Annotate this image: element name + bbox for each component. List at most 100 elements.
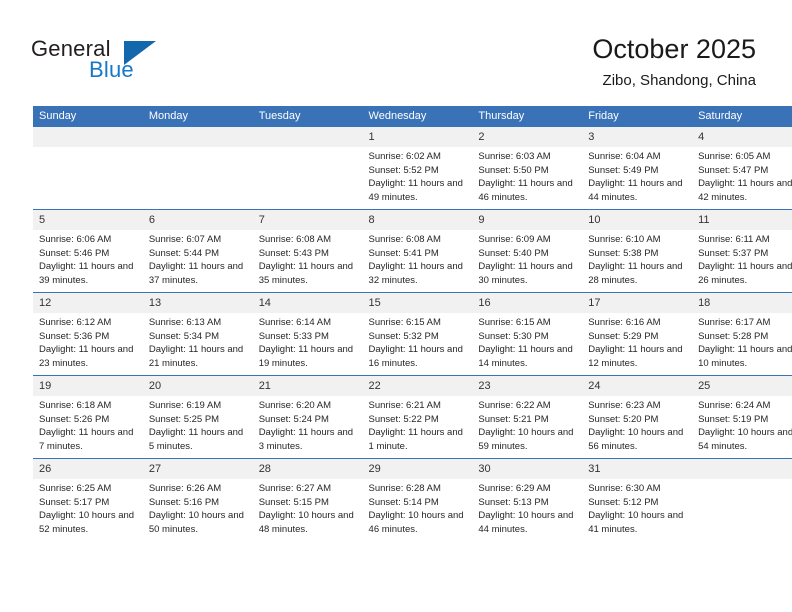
calendar-day-cell[interactable]: 11 Sunrise: 6:11 AM Sunset: 5:37 PM Dayligh… (692, 209, 792, 293)
day-details: Sunrise: 6:18 AM Sunset: 5:26 PM Daylight:… (33, 396, 143, 453)
day-number: 18 (692, 293, 792, 313)
sunrise-text: Sunrise: 6:25 AM (39, 483, 112, 494)
page-title: October 2025 (592, 34, 756, 64)
day-details: Sunrise: 6:29 AM Sunset: 5:13 PM Daylight:… (472, 479, 582, 536)
daylight-text: Daylight: 11 hours and 10 minutes. (698, 344, 792, 369)
daylight-text: Daylight: 11 hours and 1 minute. (368, 427, 463, 452)
daylight-text: Daylight: 11 hours and 26 minutes. (698, 261, 792, 286)
calendar-day-cell[interactable]: 23 Sunrise: 6:22 AM Sunset: 5:21 PM Dayligh… (472, 375, 583, 459)
calendar-day-cell[interactable]: 28 Sunrise: 6:27 AM Sunset: 5:15 PM Dayligh… (252, 458, 363, 541)
calendar-day-cell[interactable]: 30 Sunrise: 6:29 AM Sunset: 5:13 PM Dayligh… (472, 458, 583, 541)
daylight-text: Daylight: 11 hours and 35 minutes. (258, 261, 354, 286)
calendar-day-cell[interactable]: 14 Sunrise: 6:14 AM Sunset: 5:33 PM Dayligh… (252, 292, 363, 376)
calendar-day-cell[interactable]: 24 Sunrise: 6:23 AM Sunset: 5:20 PM Dayligh… (582, 375, 693, 459)
calendar-day-cell[interactable]: 26 Sunrise: 6:25 AM Sunset: 5:17 PM Dayligh… (33, 458, 143, 541)
daylight-text: Daylight: 11 hours and 49 minutes. (368, 178, 463, 203)
sunset-text: Sunset: 5:12 PM (588, 496, 659, 508)
sunset-text: Sunset: 5:41 PM (368, 247, 439, 259)
calendar-day-cell[interactable]: 18 Sunrise: 6:17 AM Sunset: 5:28 PM Dayligh… (692, 292, 792, 376)
day-details: Sunrise: 6:16 AM Sunset: 5:29 PM Daylight:… (582, 313, 692, 370)
calendar-day-cell[interactable]: 3 Sunrise: 6:04 AM Sunset: 5:49 PM Daylight… (582, 127, 693, 210)
calendar-day-cell[interactable]: 15 Sunrise: 6:15 AM Sunset: 5:32 PM Dayligh… (362, 292, 473, 376)
daylight-text: Daylight: 10 hours and 59 minutes. (478, 427, 574, 452)
sunrise-text: Sunrise: 6:30 AM (588, 483, 661, 494)
sunrise-text: Sunrise: 6:11 AM (698, 234, 770, 245)
day-number: 3 (582, 127, 693, 147)
day-details: Sunrise: 6:30 AM Sunset: 5:12 PM Daylight:… (582, 479, 692, 536)
daylight-text: Daylight: 11 hours and 37 minutes. (148, 261, 244, 286)
sunrise-text: Sunrise: 6:16 AM (588, 317, 661, 328)
calendar-day-cell[interactable]: 6 Sunrise: 6:07 AM Sunset: 5:44 PM Daylight… (142, 209, 253, 293)
sunset-text: Sunset: 5:36 PM (39, 330, 110, 342)
calendar-week-row: 12 Sunrise: 6:12 AM Sunset: 5:36 PM Dayligh… (33, 292, 792, 376)
calendar-day-cell[interactable]: 29 Sunrise: 6:28 AM Sunset: 5:14 PM Dayligh… (362, 458, 473, 541)
day-details: Sunrise: 6:06 AM Sunset: 5:46 PM Daylight:… (33, 230, 143, 287)
day-number (33, 127, 143, 147)
calendar-day-cell[interactable]: 19 Sunrise: 6:18 AM Sunset: 5:26 PM Dayligh… (33, 375, 143, 459)
calendar-day-cell[interactable]: 17 Sunrise: 6:16 AM Sunset: 5:29 PM Dayligh… (582, 292, 693, 376)
day-details: Sunrise: 6:19 AM Sunset: 5:25 PM Daylight:… (143, 396, 253, 453)
calendar-page: General Blue October 2025 Zibo, Shandong… (0, 0, 792, 612)
page-subtitle: Zibo, Shandong, China (602, 72, 756, 89)
calendar-day-cell[interactable]: 13 Sunrise: 6:13 AM Sunset: 5:34 PM Dayligh… (142, 292, 253, 376)
calendar-day-cell-empty (142, 127, 253, 210)
sunset-text: Sunset: 5:20 PM (588, 413, 659, 425)
calendar-day-cell[interactable]: 16 Sunrise: 6:15 AM Sunset: 5:30 PM Dayligh… (472, 292, 583, 376)
calendar-day-cell[interactable]: 9 Sunrise: 6:09 AM Sunset: 5:40 PM Daylight… (472, 209, 583, 293)
daylight-text: Daylight: 11 hours and 30 minutes. (478, 261, 573, 286)
sunrise-text: Sunrise: 6:23 AM (588, 400, 661, 411)
calendar-day-cell[interactable]: 22 Sunrise: 6:21 AM Sunset: 5:22 PM Dayligh… (362, 375, 473, 459)
calendar-day-cell[interactable]: 21 Sunrise: 6:20 AM Sunset: 5:24 PM Dayligh… (252, 375, 363, 459)
calendar-day-cell[interactable]: 4 Sunrise: 6:05 AM Sunset: 5:47 PM Daylight… (692, 127, 792, 210)
calendar-day-cell[interactable]: 2 Sunrise: 6:03 AM Sunset: 5:50 PM Daylight… (472, 127, 583, 210)
day-number: 6 (142, 210, 253, 230)
sunset-text: Sunset: 5:24 PM (258, 413, 329, 425)
sunrise-text: Sunrise: 6:03 AM (478, 151, 551, 162)
daylight-text: Daylight: 10 hours and 41 minutes. (588, 510, 684, 535)
sunrise-text: Sunrise: 6:05 AM (698, 151, 771, 162)
day-number: 12 (33, 293, 143, 313)
sunset-text: Sunset: 5:44 PM (148, 247, 220, 259)
sunrise-text: Sunrise: 6:28 AM (368, 483, 441, 494)
calendar-day-cell[interactable]: 7 Sunrise: 6:08 AM Sunset: 5:43 PM Daylight… (252, 209, 363, 293)
daylight-text: Daylight: 11 hours and 14 minutes. (478, 344, 573, 369)
day-details: Sunrise: 6:27 AM Sunset: 5:15 PM Daylight:… (253, 479, 363, 536)
day-number (142, 127, 253, 147)
day-number: 14 (252, 293, 363, 313)
weekday-header-sunday: Sunday (33, 106, 143, 127)
day-details: Sunrise: 6:25 AM Sunset: 5:17 PM Daylight:… (33, 479, 143, 536)
sunrise-text: Sunrise: 6:24 AM (698, 400, 771, 411)
sunset-text: Sunset: 5:32 PM (368, 330, 439, 342)
calendar-day-cell[interactable]: 10 Sunrise: 6:10 AM Sunset: 5:38 PM Dayligh… (582, 209, 693, 293)
sunset-text: Sunset: 5:19 PM (698, 413, 769, 425)
day-number: 16 (472, 293, 583, 313)
day-details: Sunrise: 6:21 AM Sunset: 5:22 PM Daylight:… (363, 396, 473, 453)
sunset-text: Sunset: 5:34 PM (148, 330, 220, 342)
calendar-day-cell[interactable]: 8 Sunrise: 6:08 AM Sunset: 5:41 PM Daylight… (362, 209, 473, 293)
day-number: 26 (33, 459, 143, 479)
day-details: Sunrise: 6:10 AM Sunset: 5:38 PM Daylight:… (582, 230, 692, 287)
calendar-day-cell[interactable]: 31 Sunrise: 6:30 AM Sunset: 5:12 PM Dayligh… (582, 458, 693, 541)
day-details: Sunrise: 6:02 AM Sunset: 5:52 PM Daylight:… (363, 147, 473, 204)
day-details: Sunrise: 6:22 AM Sunset: 5:21 PM Daylight:… (472, 396, 582, 453)
calendar-day-cell[interactable]: 25 Sunrise: 6:24 AM Sunset: 5:19 PM Dayligh… (692, 375, 792, 459)
sunset-text: Sunset: 5:37 PM (698, 247, 769, 259)
day-number: 9 (472, 210, 583, 230)
calendar-day-cell[interactable]: 27 Sunrise: 6:26 AM Sunset: 5:16 PM Dayligh… (142, 458, 253, 541)
sunrise-text: Sunrise: 6:10 AM (588, 234, 661, 245)
calendar-day-cell[interactable]: 12 Sunrise: 6:12 AM Sunset: 5:36 PM Dayligh… (33, 292, 143, 376)
daylight-text: Daylight: 11 hours and 42 minutes. (698, 178, 792, 203)
calendar-day-cell-empty (252, 127, 363, 210)
day-number: 19 (33, 376, 143, 396)
sunset-text: Sunset: 5:52 PM (368, 164, 439, 176)
day-details: Sunrise: 6:17 AM Sunset: 5:28 PM Daylight:… (692, 313, 792, 370)
sunset-text: Sunset: 5:33 PM (258, 330, 329, 342)
calendar-week-row: 19 Sunrise: 6:18 AM Sunset: 5:26 PM Dayligh… (33, 375, 792, 459)
day-number: 13 (142, 293, 253, 313)
calendar-day-cell[interactable]: 20 Sunrise: 6:19 AM Sunset: 5:25 PM Dayligh… (142, 375, 253, 459)
daylight-text: Daylight: 11 hours and 5 minutes. (148, 427, 244, 452)
calendar-week-row: 26 Sunrise: 6:25 AM Sunset: 5:17 PM Dayligh… (33, 458, 792, 541)
calendar-day-cell[interactable]: 5 Sunrise: 6:06 AM Sunset: 5:46 PM Daylight… (33, 209, 143, 293)
sunset-text: Sunset: 5:40 PM (478, 247, 549, 259)
calendar-day-cell[interactable]: 1 Sunrise: 6:02 AM Sunset: 5:52 PM Daylight… (362, 127, 473, 210)
